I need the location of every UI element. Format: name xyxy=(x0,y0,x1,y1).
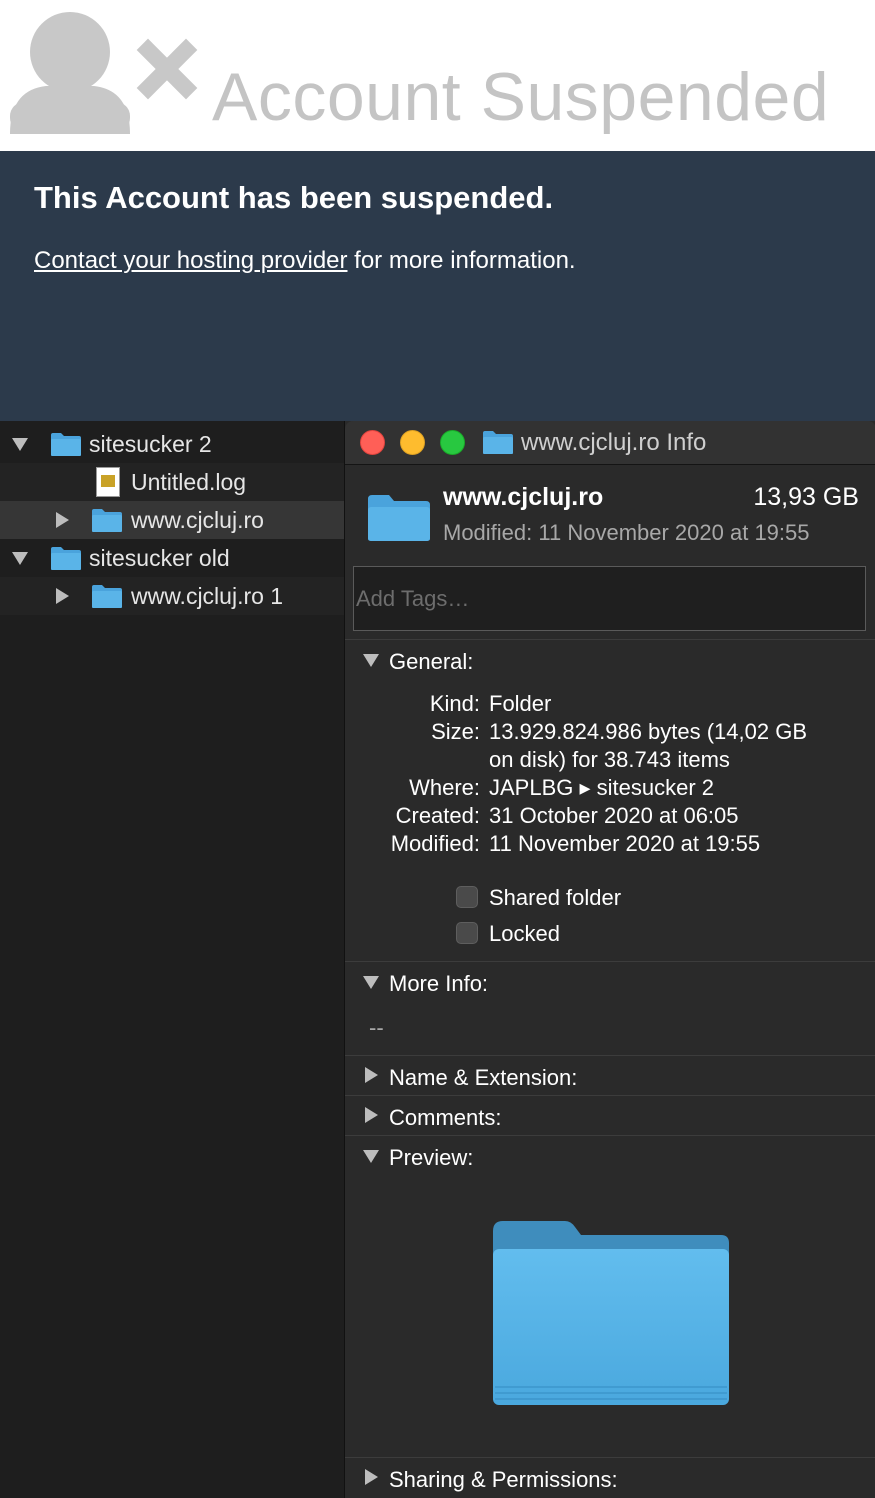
contact-hosting-link[interactable]: Contact your hosting provider xyxy=(34,247,348,274)
list-item[interactable]: sitesucker 2 xyxy=(0,425,344,463)
folder-icon xyxy=(92,509,122,532)
list-item[interactable]: www.cjcluj.ro xyxy=(0,501,344,539)
window-titlebar[interactable]: www.cjcluj.ro Info xyxy=(345,421,875,465)
log-file-icon xyxy=(96,467,120,497)
user-x-icon xyxy=(10,12,198,134)
folder-icon xyxy=(483,431,513,454)
section-preview-label: Preview: xyxy=(389,1145,474,1170)
divider xyxy=(345,1457,875,1458)
folder-icon xyxy=(368,495,430,541)
disclosure-triangle-collapsed-icon[interactable] xyxy=(365,1107,378,1123)
divider xyxy=(345,639,875,640)
divider xyxy=(345,961,875,962)
size-value-line2: on disk) for 38.743 items xyxy=(489,747,730,772)
locked-checkbox[interactable] xyxy=(456,922,478,944)
size-value-line1: 13.929.824.986 bytes (14,02 GB xyxy=(489,719,808,744)
modified-label: Modified: xyxy=(390,831,480,856)
folder-preview-icon xyxy=(493,1221,729,1405)
locked-label: Locked xyxy=(489,921,560,946)
list-item-label: Untitled.log xyxy=(131,469,247,495)
more-info-value: -- xyxy=(369,1015,384,1040)
shared-folder-label: Shared folder xyxy=(489,885,622,910)
where-label: Where: xyxy=(409,775,480,800)
folder-icon xyxy=(92,585,122,608)
close-button[interactable] xyxy=(360,430,385,455)
disclosure-triangle-expanded-icon[interactable] xyxy=(363,1150,379,1163)
list-item-label: sitesucker old xyxy=(89,545,230,571)
modified-value: 11 November 2020 at 19:55 xyxy=(489,831,761,856)
section-more-info-label: More Info: xyxy=(389,971,489,996)
minimize-button[interactable] xyxy=(400,430,425,455)
info-window: www.cjcluj.ro Info www.cjcluj.ro 13,93 G… xyxy=(344,421,875,1498)
section-comments-label: Comments: xyxy=(389,1105,502,1130)
disclosure-triangle-expanded-icon[interactable] xyxy=(363,976,379,989)
list-item[interactable]: Untitled.log xyxy=(0,463,344,501)
list-item-label: sitesucker 2 xyxy=(89,431,212,457)
contact-message-rest: for more information. xyxy=(347,247,576,274)
divider xyxy=(345,1095,875,1096)
disclosure-triangle-collapsed-icon[interactable] xyxy=(365,1067,378,1083)
disclosure-triangle-collapsed-icon[interactable] xyxy=(365,1469,378,1485)
kind-label: Kind: xyxy=(429,691,480,716)
list-item-label: www.cjcluj.ro 1 xyxy=(131,583,284,609)
created-label: Created: xyxy=(395,803,480,828)
where-value: JAPLBG ▸ sitesucker 2 xyxy=(489,775,715,800)
tags-input[interactable] xyxy=(353,566,866,631)
finder-list: sitesucker 2 Untitled.log www.cjcluj.ro … xyxy=(0,421,344,1498)
window-title: www.cjcluj.ro Info xyxy=(521,429,707,456)
disclosure-triangle-expanded-icon[interactable] xyxy=(12,552,28,565)
suspended-heading: This Account has been suspended. xyxy=(34,180,554,215)
suspended-panel: This Account has been suspended. Contact… xyxy=(0,151,875,421)
divider xyxy=(345,1135,875,1136)
folder-icon xyxy=(51,547,81,570)
section-general-label: General: xyxy=(389,649,474,674)
suspended-message: Contact your hosting provider for more i… xyxy=(34,247,576,275)
disclosure-triangle-expanded-icon[interactable] xyxy=(12,438,28,451)
suspended-header: Account Suspended xyxy=(0,0,875,151)
kind-value: Folder xyxy=(489,691,552,716)
folder-icon xyxy=(51,433,81,456)
list-item[interactable]: www.cjcluj.ro 1 xyxy=(0,577,344,615)
item-name: www.cjcluj.ro xyxy=(443,483,604,511)
section-name-extension-label: Name & Extension: xyxy=(389,1065,578,1090)
list-item[interactable]: sitesucker old xyxy=(0,539,344,577)
size-label: Size: xyxy=(431,719,480,744)
disclosure-triangle-expanded-icon[interactable] xyxy=(363,654,379,667)
item-size: 13,93 GB xyxy=(753,483,859,511)
disclosure-triangle-collapsed-icon[interactable] xyxy=(56,588,69,604)
page-title: Account Suspended xyxy=(212,59,830,135)
disclosure-triangle-collapsed-icon[interactable] xyxy=(56,512,69,528)
zoom-button[interactable] xyxy=(440,430,465,455)
section-sharing-permissions-label: Sharing & Permissions: xyxy=(389,1467,618,1492)
shared-folder-checkbox[interactable] xyxy=(456,886,478,908)
divider xyxy=(345,1055,875,1056)
item-modified: Modified: 11 November 2020 at 19:55 xyxy=(443,520,810,545)
list-item-label: www.cjcluj.ro xyxy=(131,507,264,533)
created-value: 31 October 2020 at 06:05 xyxy=(489,803,739,828)
